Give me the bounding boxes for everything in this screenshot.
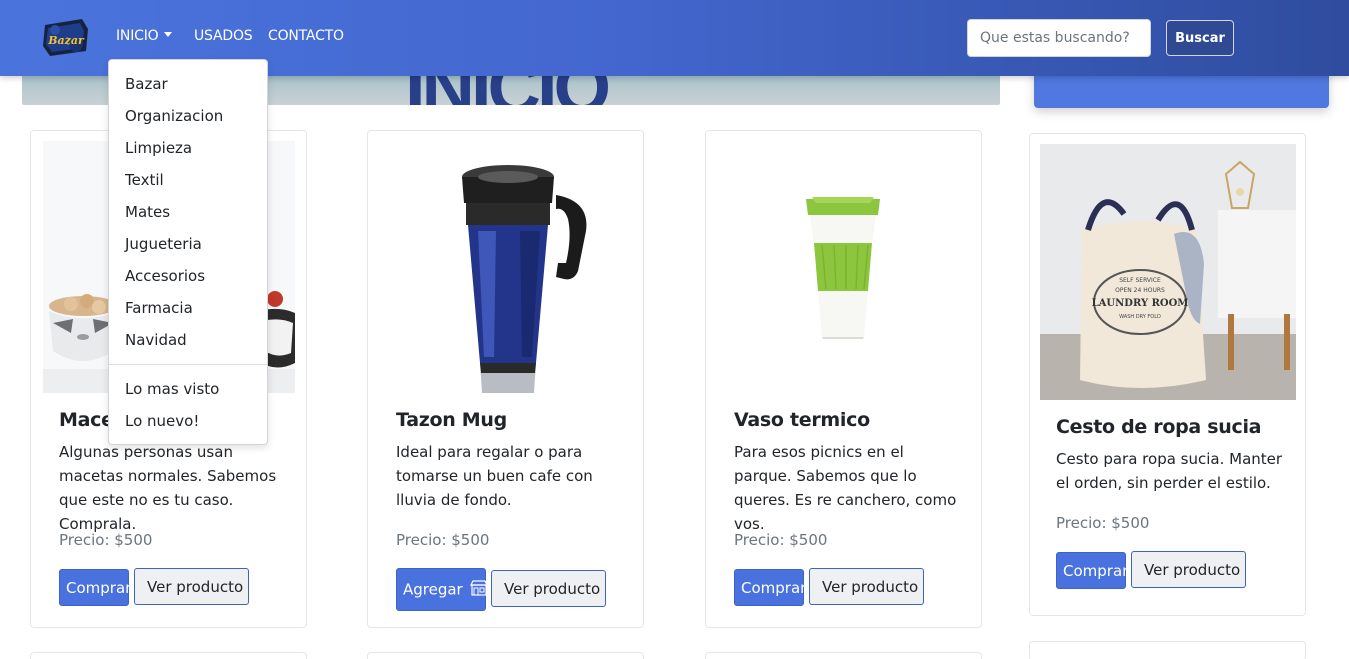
product-description: Ideal para regalar o para tomarse un bue… bbox=[396, 443, 593, 509]
dropdown-divider bbox=[109, 364, 267, 365]
dropdown-item-lo-nuevo[interactable]: Lo nuevo! bbox=[125, 412, 199, 430]
product-description: Cesto para ropa sucia. Manter el orden, … bbox=[1056, 450, 1283, 492]
product-card-tazon-mug: Tazon Mug Ideal para regalar o para toma… bbox=[367, 130, 644, 628]
comprar-button[interactable]: Comprar bbox=[1056, 552, 1128, 589]
svg-text:LAUNDRY ROOM: LAUNDRY ROOM bbox=[1092, 298, 1189, 309]
product-card-partial bbox=[30, 652, 307, 659]
product-price: Precio: $500 bbox=[396, 531, 490, 549]
product-description: Algunas personas usan macetas normales. … bbox=[59, 443, 277, 533]
dropdown-item-accesorios[interactable]: Accesorios bbox=[125, 267, 205, 285]
shop-icon bbox=[469, 579, 488, 600]
ver-producto-button[interactable]: Ver producto bbox=[491, 570, 606, 607]
dropdown-item-textil[interactable]: Textil bbox=[125, 171, 164, 189]
ver-producto-button[interactable]: Ver producto bbox=[134, 568, 249, 605]
dropdown-item-organizacion[interactable]: Organizacion bbox=[125, 107, 223, 125]
dropdown-item-jugueteria[interactable]: Jugueteria bbox=[125, 235, 202, 253]
brand-logo[interactable]: Bazar bbox=[42, 16, 90, 58]
product-card-partial bbox=[705, 652, 982, 659]
product-description: Para esos picnics en el parque. Sabemos … bbox=[734, 443, 957, 533]
product-price: Precio: $500 bbox=[734, 531, 828, 549]
product-image-tazon-mug[interactable] bbox=[380, 141, 632, 393]
product-card-partial bbox=[1029, 641, 1306, 659]
product-image-cesto[interactable]: SELF SERVICE OPEN 24 HOURS LAUNDRY ROOM … bbox=[1040, 144, 1296, 400]
svg-text:OPEN 24 HOURS: OPEN 24 HOURS bbox=[1115, 287, 1165, 294]
svg-text:Bazar: Bazar bbox=[47, 34, 85, 47]
comprar-button[interactable]: Comprar bbox=[59, 569, 131, 606]
svg-text:WASH DRY FOLD: WASH DRY FOLD bbox=[1119, 314, 1161, 320]
search-input[interactable] bbox=[967, 19, 1151, 57]
product-title: Vaso termico bbox=[734, 409, 870, 431]
search-button[interactable]: Buscar bbox=[1166, 20, 1234, 56]
product-title: Cesto de ropa sucia bbox=[1056, 416, 1262, 438]
dropdown-item-limpieza[interactable]: Limpieza bbox=[125, 139, 192, 157]
nav-usados[interactable]: USADOS bbox=[194, 28, 253, 44]
agregar-button[interactable]: Agregar bbox=[396, 568, 488, 611]
dropdown-item-bazar[interactable]: Bazar bbox=[125, 75, 168, 93]
product-card-cesto: SELF SERVICE OPEN 24 HOURS LAUNDRY ROOM … bbox=[1029, 133, 1306, 616]
comprar-button[interactable]: Comprar bbox=[734, 569, 806, 606]
dropdown-item-farmacia[interactable]: Farmacia bbox=[125, 299, 193, 317]
product-image-vaso-termico[interactable] bbox=[718, 141, 970, 393]
ver-producto-button[interactable]: Ver producto bbox=[809, 568, 924, 605]
product-card-partial bbox=[367, 652, 644, 659]
svg-text:SELF SERVICE: SELF SERVICE bbox=[1119, 277, 1161, 284]
nav-contacto[interactable]: CONTACTO bbox=[268, 28, 344, 44]
dropdown-item-navidad[interactable]: Navidad bbox=[125, 331, 187, 349]
dropdown-item-mates[interactable]: Mates bbox=[125, 203, 170, 221]
product-card-vaso-termico: Vaso termico Para esos picnics en el par… bbox=[705, 130, 982, 628]
dropdown-item-lo-mas-visto[interactable]: Lo mas visto bbox=[125, 380, 219, 398]
ver-producto-button[interactable]: Ver producto bbox=[1131, 551, 1246, 588]
inicio-dropdown-menu: Bazar Organizacion Limpieza Textil Mates… bbox=[108, 59, 268, 445]
nav-inicio[interactable]: INICIO bbox=[116, 28, 173, 44]
chevron-down-icon bbox=[164, 31, 173, 37]
product-price: Precio: $500 bbox=[1056, 514, 1150, 532]
product-price: Precio: $500 bbox=[59, 531, 153, 549]
page: INICIO Bazar INICIO USADOS CONTACTO Busc… bbox=[0, 0, 1349, 659]
product-title: Tazon Mug bbox=[396, 409, 507, 431]
